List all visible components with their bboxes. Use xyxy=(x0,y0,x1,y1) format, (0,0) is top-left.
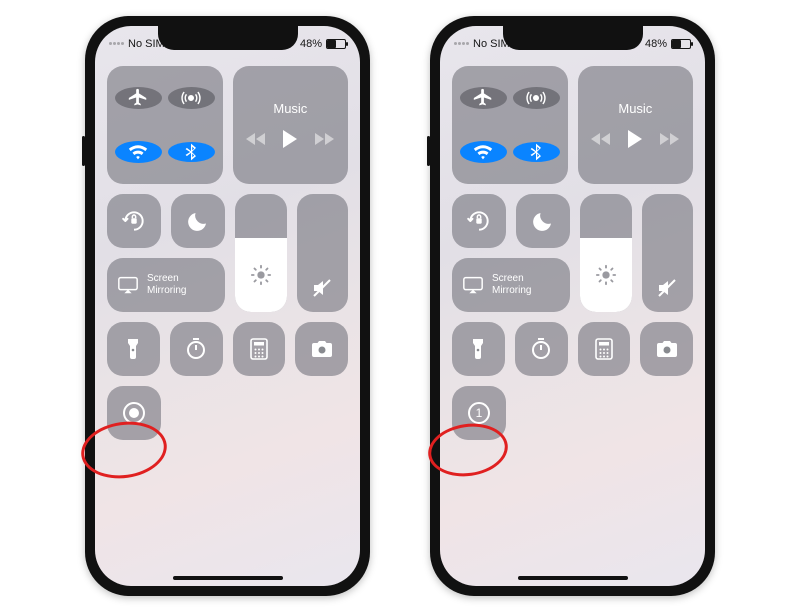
airdrop-icon xyxy=(180,87,202,109)
mute-icon xyxy=(655,276,679,300)
brightness-slider[interactable] xyxy=(235,194,287,312)
calculator-icon xyxy=(594,337,614,361)
screen-mirroring-button[interactable]: Screen Mirroring xyxy=(452,258,570,312)
music-widget[interactable]: Music xyxy=(578,66,693,184)
prev-track-button[interactable] xyxy=(591,133,610,145)
timer-button[interactable] xyxy=(515,322,568,376)
cellular-data-button[interactable] xyxy=(168,87,215,109)
do-not-disturb-icon xyxy=(531,209,555,233)
notch xyxy=(158,26,298,50)
connectivity-group xyxy=(107,66,223,184)
do-not-disturb-icon xyxy=(186,209,210,233)
airplane-icon xyxy=(472,87,494,109)
brightness-icon xyxy=(595,264,617,286)
airplane-mode-button[interactable] xyxy=(460,87,507,109)
music-label: Music xyxy=(618,101,652,116)
bluetooth-icon xyxy=(526,142,546,162)
do-not-disturb-button[interactable] xyxy=(516,194,570,248)
flashlight-button[interactable] xyxy=(107,322,160,376)
iphone-right: No SIM 48% xyxy=(430,16,715,596)
camera-icon xyxy=(655,339,679,359)
notch xyxy=(503,26,643,50)
calculator-icon xyxy=(249,337,269,361)
orientation-lock-button[interactable] xyxy=(452,194,506,248)
orientation-lock-icon xyxy=(121,208,147,234)
iphone-left: No SIM 48% xyxy=(85,16,370,596)
timer-button[interactable] xyxy=(170,322,223,376)
prev-track-button[interactable] xyxy=(246,133,265,145)
control-center: Music xyxy=(107,66,348,440)
battery-icon xyxy=(326,39,346,49)
timer-icon xyxy=(184,337,208,361)
mirror-label-1: Screen xyxy=(492,273,531,285)
control-center: Music xyxy=(452,66,693,440)
screen-record-button[interactable]: 1 xyxy=(452,386,506,440)
home-indicator[interactable] xyxy=(173,576,283,580)
flashlight-button[interactable] xyxy=(452,322,505,376)
screen-mirroring-button[interactable]: Screen Mirroring xyxy=(107,258,225,312)
battery-icon xyxy=(671,39,691,49)
screen-mirroring-icon xyxy=(462,275,484,295)
orientation-lock-button[interactable] xyxy=(107,194,161,248)
calculator-button[interactable] xyxy=(578,322,631,376)
signal-icon xyxy=(454,42,469,45)
volume-slider[interactable] xyxy=(297,194,349,312)
mirror-label-2: Mirroring xyxy=(147,285,186,297)
music-controls xyxy=(591,130,679,148)
wifi-button[interactable] xyxy=(460,141,507,163)
play-button[interactable] xyxy=(283,130,297,148)
wifi-icon xyxy=(127,141,149,163)
screen-record-icon xyxy=(123,402,145,424)
bluetooth-button[interactable] xyxy=(168,142,215,162)
wifi-icon xyxy=(472,141,494,163)
screen-mirroring-icon xyxy=(117,275,139,295)
bluetooth-icon xyxy=(181,142,201,162)
camera-button[interactable] xyxy=(640,322,693,376)
airdrop-icon xyxy=(525,87,547,109)
music-controls xyxy=(246,130,334,148)
brightness-slider[interactable] xyxy=(580,194,632,312)
timer-icon xyxy=(529,337,553,361)
flashlight-icon xyxy=(124,337,142,361)
flashlight-icon xyxy=(469,337,487,361)
bluetooth-button[interactable] xyxy=(513,142,560,162)
mute-icon xyxy=(310,276,334,300)
camera-icon xyxy=(310,339,334,359)
airplane-icon xyxy=(127,87,149,109)
orientation-lock-icon xyxy=(466,208,492,234)
countdown-value: 1 xyxy=(476,406,483,420)
screen-record-countdown-icon: 1 xyxy=(468,402,490,424)
calculator-button[interactable] xyxy=(233,322,286,376)
battery-pct-label: 48% xyxy=(645,38,667,50)
next-track-button[interactable] xyxy=(660,133,679,145)
camera-button[interactable] xyxy=(295,322,348,376)
home-indicator[interactable] xyxy=(518,576,628,580)
volume-slider[interactable] xyxy=(642,194,694,312)
next-track-button[interactable] xyxy=(315,133,334,145)
mirror-label-2: Mirroring xyxy=(492,285,531,297)
battery-pct-label: 48% xyxy=(300,38,322,50)
airplane-mode-button[interactable] xyxy=(115,87,162,109)
play-button[interactable] xyxy=(628,130,642,148)
connectivity-group xyxy=(452,66,568,184)
brightness-icon xyxy=(250,264,272,286)
music-widget[interactable]: Music xyxy=(233,66,348,184)
cellular-data-button[interactable] xyxy=(513,87,560,109)
wifi-button[interactable] xyxy=(115,141,162,163)
screen: No SIM 48% xyxy=(95,26,360,586)
screen-record-button[interactable] xyxy=(107,386,161,440)
do-not-disturb-button[interactable] xyxy=(171,194,225,248)
screen: No SIM 48% xyxy=(440,26,705,586)
signal-icon xyxy=(109,42,124,45)
music-label: Music xyxy=(273,101,307,116)
mirror-label-1: Screen xyxy=(147,273,186,285)
